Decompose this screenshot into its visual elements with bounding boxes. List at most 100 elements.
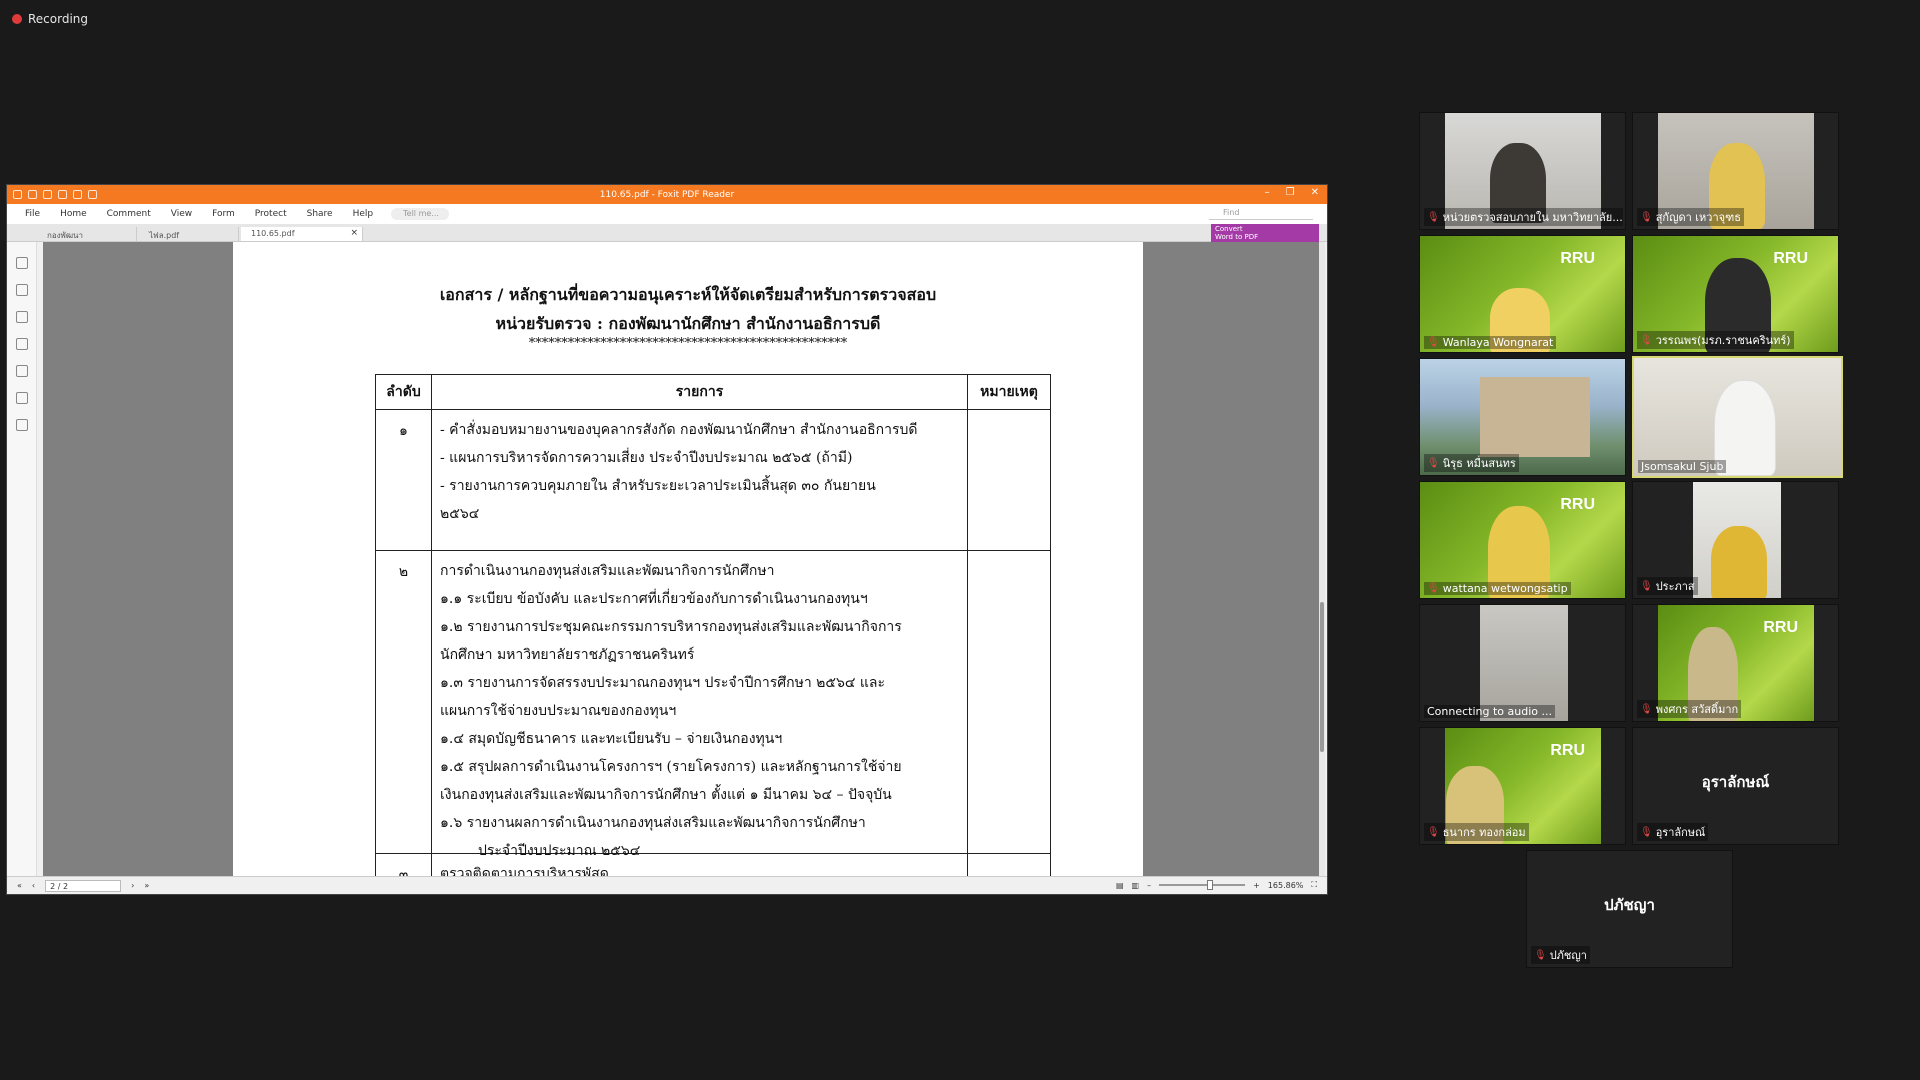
participant-name: นิรุธ หมื่นสนทร [1442, 457, 1516, 470]
participant-display-name: ปภัชญา [1604, 896, 1655, 914]
find-input[interactable]: Find [1209, 208, 1313, 220]
participant-name: ปภัชญา [1549, 949, 1587, 962]
zoom-slider-knob[interactable] [1207, 880, 1214, 890]
page-number-input[interactable]: 2 / 2 [45, 879, 122, 892]
mic-muted-icon: 🎙 [1427, 826, 1440, 838]
menu-file[interactable]: File [15, 209, 50, 219]
menu-protect[interactable]: Protect [245, 209, 297, 219]
participant-tile[interactable]: 🎙 หน่วยตรวจสอบภายใน มหาวิทยาลัย... [1419, 112, 1626, 230]
participant-name: ประภาส [1655, 580, 1695, 593]
menu-view[interactable]: View [161, 209, 202, 219]
scrollbar-thumb[interactable] [1320, 602, 1324, 752]
recording-label: Recording [28, 12, 89, 26]
mic-muted-icon: 🎙 [1640, 334, 1653, 346]
tab-document-active[interactable]: 110.65.pdf × [241, 227, 363, 241]
table-row: ๑ - คำสั่งมอบหมายงานของบุคลากรสังกัด กอง… [376, 409, 1050, 550]
participant-name: อุราลักษณ์ [1655, 826, 1706, 839]
menu-share[interactable]: Share [297, 209, 343, 219]
participant-name: หน่วยตรวจสอบภายใน มหาวิทยาลัย... [1442, 211, 1623, 224]
mic-muted-icon: 🎙 [1427, 583, 1440, 594]
single-page-view-icon[interactable]: ▤ [1116, 881, 1124, 890]
participant-name: Jsomsakul Sjub [1641, 460, 1724, 473]
layers-icon[interactable] [16, 338, 28, 350]
tab-document-1[interactable]: กองพัฒนานักศึกษา.pdf [37, 227, 137, 253]
attachment-icon[interactable] [16, 365, 28, 377]
zoom-controls: ▤ ▥ – + 165.86% ⛶ [1116, 880, 1317, 890]
menu-comment[interactable]: Comment [97, 209, 161, 219]
continuous-view-icon[interactable]: ▥ [1132, 881, 1140, 890]
participant-tile[interactable]: 🎙 นิรุธ หมื่นสนทร [1419, 358, 1626, 476]
zoom-in-icon[interactable]: + [1253, 881, 1260, 890]
record-dot-icon [12, 14, 22, 24]
close-icon[interactable]: ✕ [1311, 187, 1319, 198]
recording-indicator: Recording [12, 12, 88, 26]
participant-tile[interactable]: ปภัชญา 🎙 ปภัชญา [1526, 850, 1733, 968]
participant-tile[interactable]: 🎙 ประภาส [1632, 481, 1839, 599]
participant-name: Wanlaya Wongnarat [1442, 336, 1554, 349]
last-page-icon[interactable]: » [144, 881, 149, 890]
building-background [1480, 377, 1590, 457]
restore-icon[interactable]: ❐ [1286, 187, 1295, 198]
participant-display-name: อุราลักษณ์ [1701, 773, 1770, 791]
participant-name: พงศกร สวัสดิ์มาก [1655, 703, 1739, 716]
zoom-slider[interactable] [1159, 880, 1246, 890]
participant-tile-active-speaker[interactable]: Jsomsakul Sjub [1632, 356, 1843, 478]
rru-logo: RRU [1550, 742, 1585, 759]
participant-tile[interactable]: อุราลักษณ์ 🎙 อุราลักษณ์ [1632, 727, 1839, 845]
pdf-page: เอกสาร / หลักฐานที่ขอความอนุเคราะห์ให้จั… [233, 242, 1143, 878]
mic-muted-icon: 🎙 [1640, 703, 1653, 715]
table-row: ๓ ตรวจติดตามการบริหารพัสดุ [376, 853, 1050, 878]
bookmark-icon[interactable] [16, 257, 28, 269]
participant-tile[interactable]: RRU 🎙 ธนากร ทองกล่อม [1419, 727, 1626, 845]
close-tab-icon[interactable]: × [350, 228, 358, 238]
menu-bar: File Home Comment View Form Protect Shar… [7, 204, 1327, 224]
navigation-panel [7, 242, 37, 878]
participant-tile[interactable]: 🎙 สุกัญดา เหวาจุฑธ [1632, 112, 1839, 230]
rru-logo: RRU [1560, 496, 1595, 513]
mic-muted-icon: 🎙 [1640, 211, 1653, 223]
table-row: ๒ การดำเนินงานกองทุนส่งเสริมและพัฒนากิจก… [376, 550, 1050, 859]
rru-logo: RRU [1763, 619, 1798, 636]
menu-help[interactable]: Help [343, 209, 384, 219]
fullscreen-icon[interactable]: ⛶ [1311, 880, 1317, 890]
participant-tile[interactable]: Connecting to audio ... [1419, 604, 1626, 722]
participant-name: วรรณพร(มรภ.ราชนครินทร์) [1655, 334, 1791, 347]
document-viewport[interactable]: เอกสาร / หลักฐานที่ขอความอนุเคราะห์ให้จั… [43, 242, 1323, 878]
mic-muted-icon: 🎙 [1534, 949, 1547, 961]
pages-icon[interactable] [16, 284, 28, 296]
rru-logo: RRU [1773, 250, 1808, 267]
previous-page-icon[interactable]: ‹ [32, 881, 35, 890]
signature-icon[interactable] [16, 419, 28, 431]
tab-document-2[interactable]: ไฟล.pdf [139, 227, 239, 241]
title-bar: 110.65.pdf - Foxit PDF Reader – ❐ ✕ [7, 185, 1327, 204]
comments-icon[interactable] [16, 311, 28, 323]
next-page-icon[interactable]: › [131, 881, 134, 890]
mic-muted-icon: 🎙 [1640, 826, 1653, 838]
participant-tile[interactable]: RRU 🎙 วรรณพร(มรภ.ราชนครินทร์) [1632, 235, 1839, 353]
table-header: ลำดับ รายการ หมายเหตุ [376, 375, 1050, 409]
requirements-table: ลำดับ รายการ หมายเหตุ ๑ - คำสั่งมอบหมายง… [375, 374, 1051, 878]
shared-screen-pdf-reader: 110.65.pdf - Foxit PDF Reader – ❐ ✕ File… [6, 184, 1328, 895]
participant-name: wattana wetwongsatip [1442, 582, 1568, 595]
tell-me-input[interactable]: Tell me... [391, 208, 450, 220]
mic-muted-icon: 🎙 [1640, 580, 1653, 592]
zoom-level[interactable]: 165.86% [1268, 881, 1304, 890]
participant-tile[interactable]: RRU 🎙 Wanlaya Wongnarat [1419, 235, 1626, 353]
first-page-icon[interactable]: « [17, 881, 22, 890]
document-tabs: กองพัฒนานักศึกษา.pdf ไฟล.pdf 110.65.pdf×… [7, 224, 1327, 253]
zoom-out-icon[interactable]: – [1147, 881, 1151, 890]
participant-tile[interactable]: RRU 🎙 พงศกร สวัสดิ์มาก [1632, 604, 1839, 722]
rru-logo: RRU [1560, 250, 1595, 267]
participant-name: สุกัญดา เหวาจุฑธ [1655, 211, 1741, 224]
menu-form[interactable]: Form [202, 209, 245, 219]
security-icon[interactable] [16, 392, 28, 404]
vertical-scrollbar[interactable] [1319, 242, 1325, 878]
minimize-icon[interactable]: – [1265, 187, 1270, 198]
convert-word-to-pdf-button[interactable]: Convert Word to PDF [1211, 224, 1319, 242]
menu-home[interactable]: Home [50, 209, 97, 219]
mic-muted-icon: 🎙 [1427, 337, 1440, 348]
participant-name: ธนากร ทองกล่อม [1442, 826, 1526, 839]
separator-stars: ****************************************… [528, 336, 848, 351]
document-heading: เอกสาร / หลักฐานที่ขอความอนุเคราะห์ให้จั… [439, 285, 937, 333]
participant-tile[interactable]: RRU 🎙 wattana wetwongsatip [1419, 481, 1626, 599]
